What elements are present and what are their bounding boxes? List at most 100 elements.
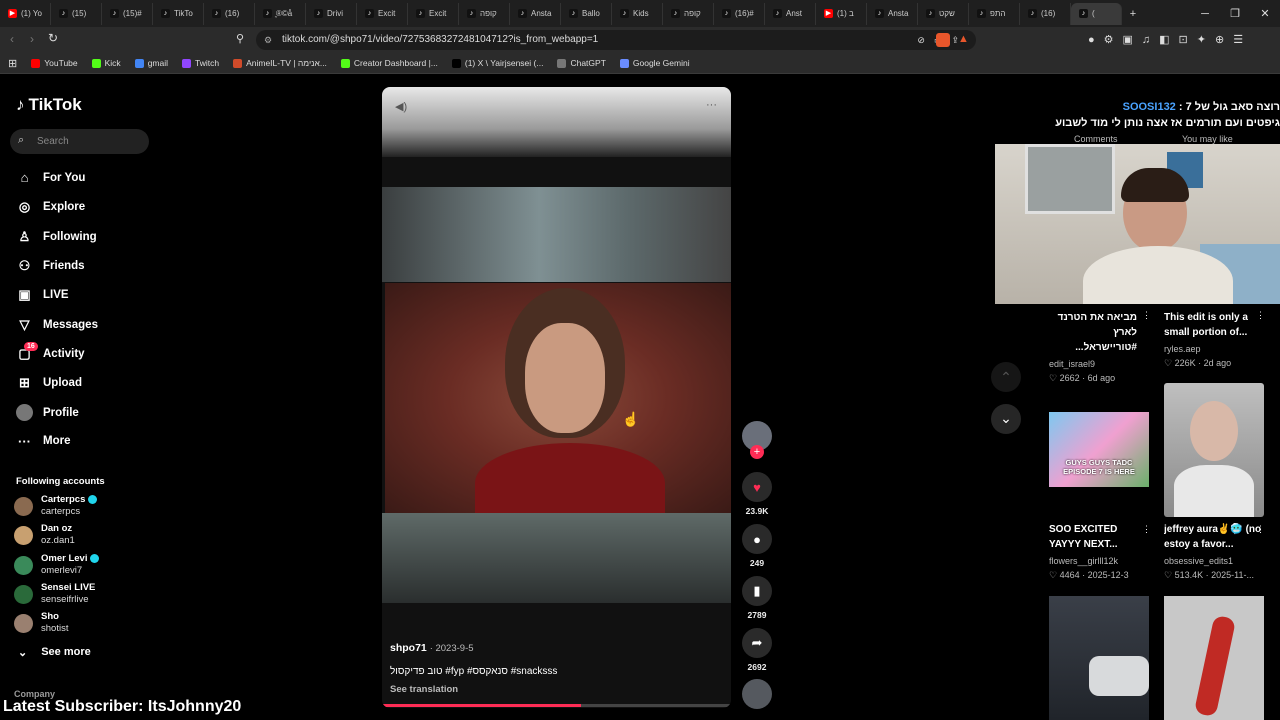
brave-rewards-icon[interactable]: ▲ — [958, 33, 969, 45]
chat-message-line1: רוצה סאב גול של 7 : — [1178, 101, 1280, 113]
nav-item-explore[interactable]: ◎ Explore — [16, 199, 85, 215]
following-icon: ♙ — [18, 228, 31, 244]
brave-shield-icon[interactable] — [936, 33, 950, 47]
reload-icon[interactable]: ↻ — [48, 31, 58, 45]
browser-tab[interactable]: ♪ Anst — [765, 2, 816, 25]
search-input[interactable]: ⌕ Search — [10, 129, 149, 154]
nav-item-friends[interactable]: ⚇ Friends — [16, 258, 85, 274]
browser-tab[interactable]: ♪ התפ — [969, 2, 1020, 25]
tab-label: Ansta — [531, 9, 552, 18]
card-4-thumbnail[interactable] — [1164, 383, 1264, 517]
music-disc-button[interactable] — [742, 679, 772, 709]
apps-grid-icon[interactable]: ⊞ — [8, 57, 17, 70]
nav-item-following[interactable]: ♙ Following — [16, 229, 97, 245]
restore-button[interactable]: ❐ — [1220, 7, 1250, 20]
bookmark-favicon-icon — [91, 58, 101, 68]
recommended-card-1[interactable]: מביאה את הטרנד לארץ #טוריישראל... edit_i… — [1049, 310, 1137, 384]
browser-tab[interactable]: ♪ Ansta — [510, 2, 561, 25]
card-more-icon[interactable]: ⋮ — [1142, 310, 1151, 321]
like-button[interactable]: ♥ 23.9K — [742, 472, 772, 516]
browser-tab[interactable]: ♪ (15) — [51, 2, 102, 25]
card-more-icon[interactable]: ⋮ — [1256, 310, 1265, 321]
browser-tab[interactable]: ♪ (16) — [204, 2, 255, 25]
browser-tab[interactable]: ♪ TikTo — [153, 2, 204, 25]
following-account[interactable]: Sensei LIVE senseifrlive — [14, 582, 95, 606]
bookmark-item[interactable]: ChatGPT — [557, 58, 606, 68]
browser-tab[interactable]: ♪ Drivi — [306, 2, 357, 25]
bookmark-item[interactable]: AnimeIL-TV | אנימה... — [233, 58, 327, 68]
browser-tab[interactable]: ♪ קופה — [663, 2, 714, 25]
nav-item-live[interactable]: ▣ LIVE — [16, 287, 68, 303]
back-icon[interactable]: ‹ — [10, 32, 14, 46]
recommended-card-2[interactable]: This edit is only a small portion of... … — [1164, 310, 1264, 369]
tiktok-logo[interactable]: ♪ TikTok — [16, 95, 82, 115]
minimize-button[interactable]: ─ — [1190, 8, 1220, 20]
forward-icon[interactable]: › — [30, 32, 34, 46]
account-handle: senseifrlive — [41, 593, 89, 605]
bookmark-item[interactable]: Kick — [91, 58, 121, 68]
tab-label: TikTo — [174, 9, 193, 18]
browser-tab[interactable]: ♪ שקט — [918, 2, 969, 25]
new-tab-button[interactable]: + — [1122, 8, 1144, 20]
author-avatar-button[interactable]: + — [742, 421, 772, 459]
browser-tab[interactable]: ♪ Kids — [612, 2, 663, 25]
nav-item-profile[interactable]: Profile — [16, 404, 79, 422]
card-more-icon[interactable]: ⋮ — [1142, 524, 1151, 535]
browser-tab[interactable]: ♪ (15)# — [102, 2, 153, 25]
nav-item-for-you[interactable]: ⌂ For You — [16, 170, 86, 185]
previous-video-button[interactable]: ⌃ — [991, 362, 1021, 392]
browser-tab[interactable]: ♪ (16) — [1020, 2, 1071, 25]
bookmark-item[interactable]: (1) X \ Yairjsensei (... — [451, 58, 543, 68]
nav-item-messages[interactable]: ▽ Messages — [16, 317, 98, 333]
card-more-icon[interactable]: ⋮ — [1256, 524, 1265, 535]
browser-tab[interactable]: ♪( — [1071, 2, 1122, 25]
see-more-button[interactable]: ⌄ See more — [18, 646, 91, 659]
recommended-card-3[interactable]: SOO EXCITED YAYYY NEXT... flowers__girll… — [1049, 522, 1149, 581]
more-options-icon[interactable]: ··· — [706, 99, 717, 111]
nav-item-more[interactable]: ··· More — [16, 434, 70, 449]
extensions-icon[interactable]: ●⚙▣♫◧⊡✦⊕☰ — [1088, 33, 1252, 46]
next-video-button[interactable]: ⌄ — [991, 404, 1021, 434]
share-button[interactable]: ➦ 2692 — [742, 628, 772, 672]
see-translation-link[interactable]: See translation — [390, 684, 458, 695]
recommended-card-4[interactable]: jeffrey aura✌️🥶 (no estoy a favor... obs… — [1164, 522, 1264, 581]
following-account[interactable]: Dan oz oz.dan1 — [14, 523, 75, 547]
browser-tab[interactable]: ♪ קופה — [459, 2, 510, 25]
video-author[interactable]: shpo71 — [390, 642, 427, 654]
save-button[interactable]: ▮ 2789 — [742, 576, 772, 620]
tab-label: קופה — [684, 9, 701, 18]
browser-tab[interactable]: ♪ Ballo — [561, 2, 612, 25]
browser-tab[interactable]: ♪ Excit — [408, 2, 459, 25]
browser-tab[interactable]: ♪ֳ®©å — [255, 2, 306, 25]
card-3-thumbnail[interactable]: GUYS GUYS TADC EPISODE 7 IS HERE — [1049, 412, 1149, 487]
comment-button[interactable]: ● 249 — [742, 524, 772, 568]
bookmark-icon[interactable]: ⚲ — [236, 32, 244, 45]
site-info-icon[interactable]: ⚙ — [264, 30, 272, 50]
browser-tab[interactable]: ▶ (1) Yo — [0, 2, 51, 25]
tab-you-may-like[interactable]: You may like — [1182, 134, 1233, 144]
video-player[interactable]: ◀) ··· shpo71 · 2023-9-5 טוב פדיקסול #fy… — [382, 87, 731, 708]
bookmark-item[interactable]: YouTube — [31, 58, 78, 68]
nav-item-upload[interactable]: ⊞ Upload — [16, 375, 82, 391]
bookmark-item[interactable]: Twitch — [182, 58, 219, 68]
chevron-down-icon: ⌄ — [18, 647, 28, 659]
browser-tab[interactable]: ♪ Excit — [357, 2, 408, 25]
card-6-thumbnail[interactable] — [1164, 596, 1264, 720]
browser-tab[interactable]: ▶ (1) ב — [816, 2, 867, 25]
mute-icon[interactable]: ◀) — [395, 100, 407, 113]
close-window-button[interactable]: ✕ — [1250, 7, 1280, 20]
following-account[interactable]: Omer Levi omerlevi7 — [14, 553, 100, 577]
follow-plus-icon[interactable]: + — [750, 445, 764, 459]
tab-comments[interactable]: Comments — [1074, 134, 1118, 144]
progress-track[interactable] — [382, 704, 731, 707]
bookmark-item[interactable]: Creator Dashboard |... — [340, 58, 438, 68]
browser-tab[interactable]: ♪ (16)# — [714, 2, 765, 25]
card-5-thumbnail[interactable] — [1049, 596, 1149, 720]
url-field[interactable]: ⚙ tiktok.com/@shpo71/video/7275368327248… — [256, 30, 976, 50]
browser-tab[interactable]: ♪ Ansta — [867, 2, 918, 25]
bookmark-item[interactable]: Google Gemini — [619, 58, 690, 68]
heart-icon: ♥ — [742, 472, 772, 502]
following-account[interactable]: Carterpcs carterpcs — [14, 494, 98, 518]
following-account[interactable]: Sho shotist — [14, 611, 68, 635]
bookmark-item[interactable]: gmail — [134, 58, 168, 68]
